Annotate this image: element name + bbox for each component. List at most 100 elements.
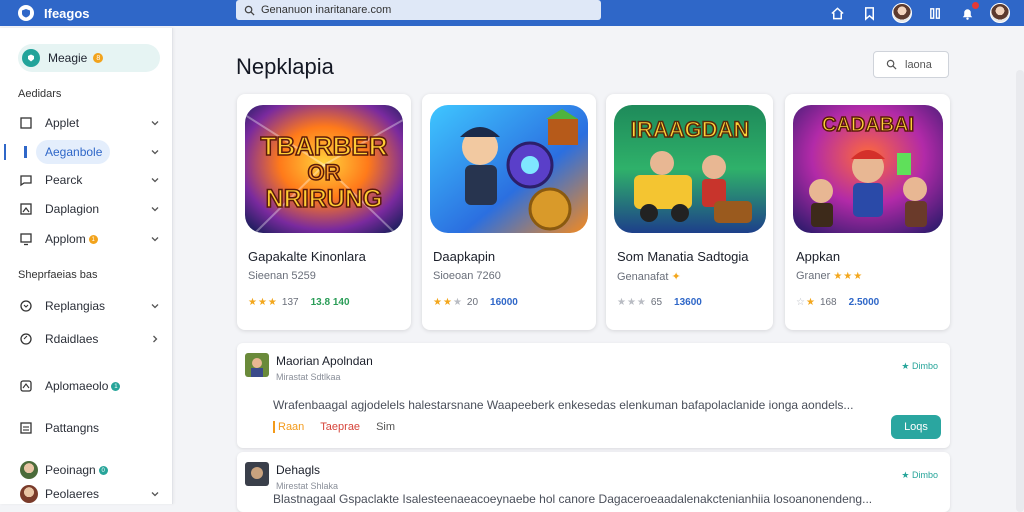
link-raan[interactable]: Raan xyxy=(273,421,304,433)
sidebar-section-title: Sheprfaeias bas xyxy=(18,269,98,281)
game-artwork: TBARBER OR NRIRUNG xyxy=(245,105,403,233)
list-item-tag: ★ Dimbo xyxy=(901,470,938,480)
list-item[interactable]: Dehagls Mirestat Shlaka ★ Dimbo Blastnag… xyxy=(237,452,950,512)
game-artwork: IRAAGDAN xyxy=(614,105,766,233)
rating-count: 65 xyxy=(650,297,663,308)
chevron-down-icon xyxy=(151,150,159,155)
profile-avatar[interactable] xyxy=(990,3,1010,23)
game-card[interactable]: TBARBER OR NRIRUNG Gapakalte Kinonlara S… xyxy=(237,94,411,330)
shield-logo-icon xyxy=(18,5,34,21)
download-count: 13.8 140 xyxy=(310,297,350,308)
rating-count: 137 xyxy=(281,297,299,308)
sidebar-item-applom[interactable]: Applom 1 xyxy=(0,227,172,251)
game-artwork xyxy=(430,105,588,233)
link-taeprae[interactable]: Taeprae xyxy=(320,421,360,433)
star-rating: ★★★ xyxy=(248,297,278,308)
sidebar-item-replangias[interactable]: Replangias xyxy=(0,294,172,318)
star-rating: ★★★ xyxy=(433,297,463,308)
sidebar-item-aeganbole[interactable]: Aeganbole xyxy=(0,140,172,164)
monitor-icon xyxy=(18,231,34,247)
sidebar-header-label: Meagie xyxy=(48,51,88,65)
sidebar-item-label: Pattangns xyxy=(45,421,100,435)
sidebar-item-label: Peolaeres xyxy=(45,487,100,501)
square-icon xyxy=(18,115,34,131)
svg-text:TBARBER: TBARBER xyxy=(260,131,387,161)
list-item-links: Raan Taeprae Sim xyxy=(273,421,395,433)
sidebar-item-aplomaeolo[interactable]: Aplomaeolo 1 xyxy=(0,374,172,398)
sidebar-section-title: Aedidars xyxy=(18,88,62,100)
sidebar-item-label: Peoinagn 0 xyxy=(45,463,108,477)
list-item-title: Dehagls xyxy=(276,463,321,477)
sidebar-item-daplagion[interactable]: Daplagion xyxy=(0,197,172,221)
sidebar-header[interactable]: Meagie 8 xyxy=(18,44,160,72)
scrollbar[interactable] xyxy=(1016,70,1024,512)
card-meta: ★★★ 65 13600 xyxy=(617,297,702,308)
app-icon xyxy=(18,378,34,394)
search-filter-button[interactable]: laona xyxy=(873,51,949,78)
search-icon xyxy=(244,5,255,16)
search-icon xyxy=(886,59,897,70)
card-meta: ★★★ 20 16000 xyxy=(433,297,518,308)
list-item-subtitle: Mirastat Sdtlkaa xyxy=(276,372,341,382)
game-card[interactable]: CADABAI Appkan Graner ★★★ ☆★ 168 2.5000 xyxy=(785,94,950,330)
sidebar-item-pattangns[interactable]: Pattangns xyxy=(0,416,172,440)
sidebar-item-label: Pearck xyxy=(45,173,83,187)
sidebar-item-label: Replangias xyxy=(45,299,106,313)
game-card[interactable]: IRAAGDAN Som Manatia Sadtogia Genanafat … xyxy=(606,94,773,330)
user-avatar[interactable] xyxy=(892,3,912,23)
active-indicator xyxy=(4,144,6,160)
sidebar-item-pearck[interactable]: Pearck xyxy=(0,168,172,192)
search-filter-label: laona xyxy=(905,58,932,71)
rating-count: 168 xyxy=(819,297,837,308)
card-subtitle: Sieenan 5259 xyxy=(248,270,316,282)
chevron-down-icon xyxy=(151,237,159,242)
image-icon xyxy=(18,201,34,217)
notification-dot xyxy=(972,2,979,9)
card-subtitle: Genanafat ✦ xyxy=(617,271,681,283)
sidebar-item-label: Aeganbole xyxy=(45,145,103,159)
star-rating: ★★★ xyxy=(617,297,647,308)
sidebar-item-badge: 0 xyxy=(98,466,108,476)
sidebar-item-badge: 1 xyxy=(88,235,98,245)
sidebar-item-label: Applet xyxy=(45,116,80,130)
card-title: Gapakalte Kinonlara xyxy=(248,249,366,264)
card-title: Som Manatia Sadtogia xyxy=(617,249,749,264)
library-icon[interactable] xyxy=(926,4,944,22)
card-meta: ☆★ 168 2.5000 xyxy=(796,297,879,308)
card-meta: ★★★ 137 13.8 140 xyxy=(248,297,350,308)
sidebar-item-label: Applom 1 xyxy=(45,232,98,246)
chevron-down-icon xyxy=(151,121,159,126)
app-thumbnail xyxy=(245,462,269,486)
chat-icon xyxy=(18,172,34,188)
list-item[interactable]: Maorian Apolndan Mirastat Sdtlkaa ★ Dimb… xyxy=(237,343,950,448)
notification-icon[interactable] xyxy=(958,2,979,22)
open-button[interactable]: Loqs xyxy=(891,415,941,439)
chevron-right-icon xyxy=(153,335,158,343)
search-bar[interactable] xyxy=(236,0,601,20)
brand[interactable]: Ifeagos xyxy=(18,5,218,21)
bookmark-icon[interactable] xyxy=(860,4,878,22)
app-thumbnail xyxy=(245,353,269,377)
home-icon[interactable] xyxy=(828,4,846,22)
download-count: 16000 xyxy=(490,297,518,308)
sidebar: Meagie 8 Aedidars Applet Aeganbole Pearc… xyxy=(0,28,173,504)
rating-count: 20 xyxy=(466,297,479,308)
sidebar-item-peolaeres[interactable]: Peolaeres xyxy=(0,482,172,506)
brand-name: Ifeagos xyxy=(44,5,90,21)
link-sim[interactable]: Sim xyxy=(376,421,395,433)
card-subtitle: Sioeoan 7260 xyxy=(433,270,501,282)
sidebar-item-rdaidlaes[interactable]: Rdaidlaes xyxy=(0,327,172,351)
svg-text:IRAAGDAN: IRAAGDAN xyxy=(631,117,750,142)
sidebar-item-peoinagn[interactable]: Peoinagn 0 xyxy=(0,458,172,482)
sidebar-item-applet[interactable]: Applet xyxy=(0,111,172,135)
sidebar-header-badge: 8 xyxy=(93,53,104,63)
sidebar-item-label: Rdaidlaes xyxy=(45,332,99,346)
list-item-tag: ★ Dimbo xyxy=(901,361,938,371)
game-card[interactable]: Daapkapin Sioeoan 7260 ★★★ 20 16000 xyxy=(422,94,596,330)
refresh-icon xyxy=(18,298,34,314)
chat-bubble-icon xyxy=(18,331,34,347)
svg-text:OR: OR xyxy=(308,160,341,185)
search-input[interactable] xyxy=(261,4,581,16)
user-avatar xyxy=(20,485,38,503)
sidebar-item-badge: 1 xyxy=(111,382,121,392)
